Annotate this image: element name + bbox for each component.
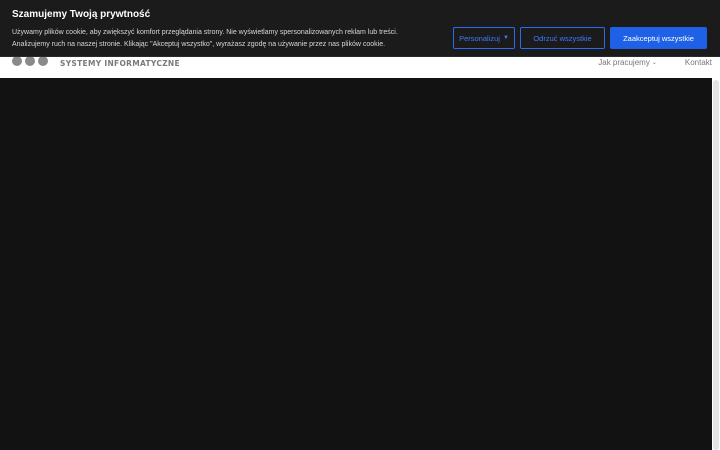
reject-all-button[interactable]: Odrzuć wszystkie [520, 27, 605, 49]
personalize-button-label: Personalizuj [459, 33, 500, 43]
page: SYSTEMY INFORMATYCZNE Jak pracujemy ⌄ Ko… [0, 0, 720, 450]
cookie-consent-banner: Szamujemy Twoją prywtność Używamy plików… [0, 0, 720, 57]
logo-text: SYSTEMY INFORMATYCZNE [60, 58, 180, 68]
hero-section [0, 78, 712, 450]
cookie-text-line: Używamy plików cookie, aby zwiększyć kom… [12, 29, 398, 36]
nav-item-how-we-work[interactable]: Jak pracujemy ⌄ [598, 58, 657, 67]
nav-item-label: Kontakt [684, 58, 712, 67]
cookie-text-line: Analizujemy ruch na naszej stronie. Klik… [12, 41, 386, 48]
personalize-button[interactable]: Personalizuj ▼ [453, 27, 515, 49]
logo-dot [38, 56, 48, 66]
logo[interactable]: SYSTEMY INFORMATYCZNE [12, 56, 180, 68]
accept-all-button[interactable]: Zaakceptuj wszystkie [610, 27, 707, 49]
main-nav: Jak pracujemy ⌄ Kontakt [598, 58, 712, 67]
nav-item-label: Jak pracujemy [598, 58, 650, 67]
cookie-banner-title: Szamujemy Twoją prywtność [12, 9, 151, 20]
logo-mark [12, 56, 48, 66]
logo-dot [12, 56, 22, 66]
nav-item-contact[interactable]: Kontakt [685, 58, 712, 67]
cookie-actions: Personalizuj ▼ Odrzuć wszystkie Zaakcept… [453, 27, 707, 49]
caret-down-icon: ▼ [502, 35, 509, 41]
chevron-down-icon: ⌄ [651, 60, 657, 66]
scrollbar-track[interactable] [712, 0, 720, 450]
scrollbar-thumb[interactable] [713, 80, 719, 450]
logo-dot [25, 56, 35, 66]
cookie-banner-text: Używamy plików cookie, aby zwiększyć kom… [12, 27, 432, 51]
